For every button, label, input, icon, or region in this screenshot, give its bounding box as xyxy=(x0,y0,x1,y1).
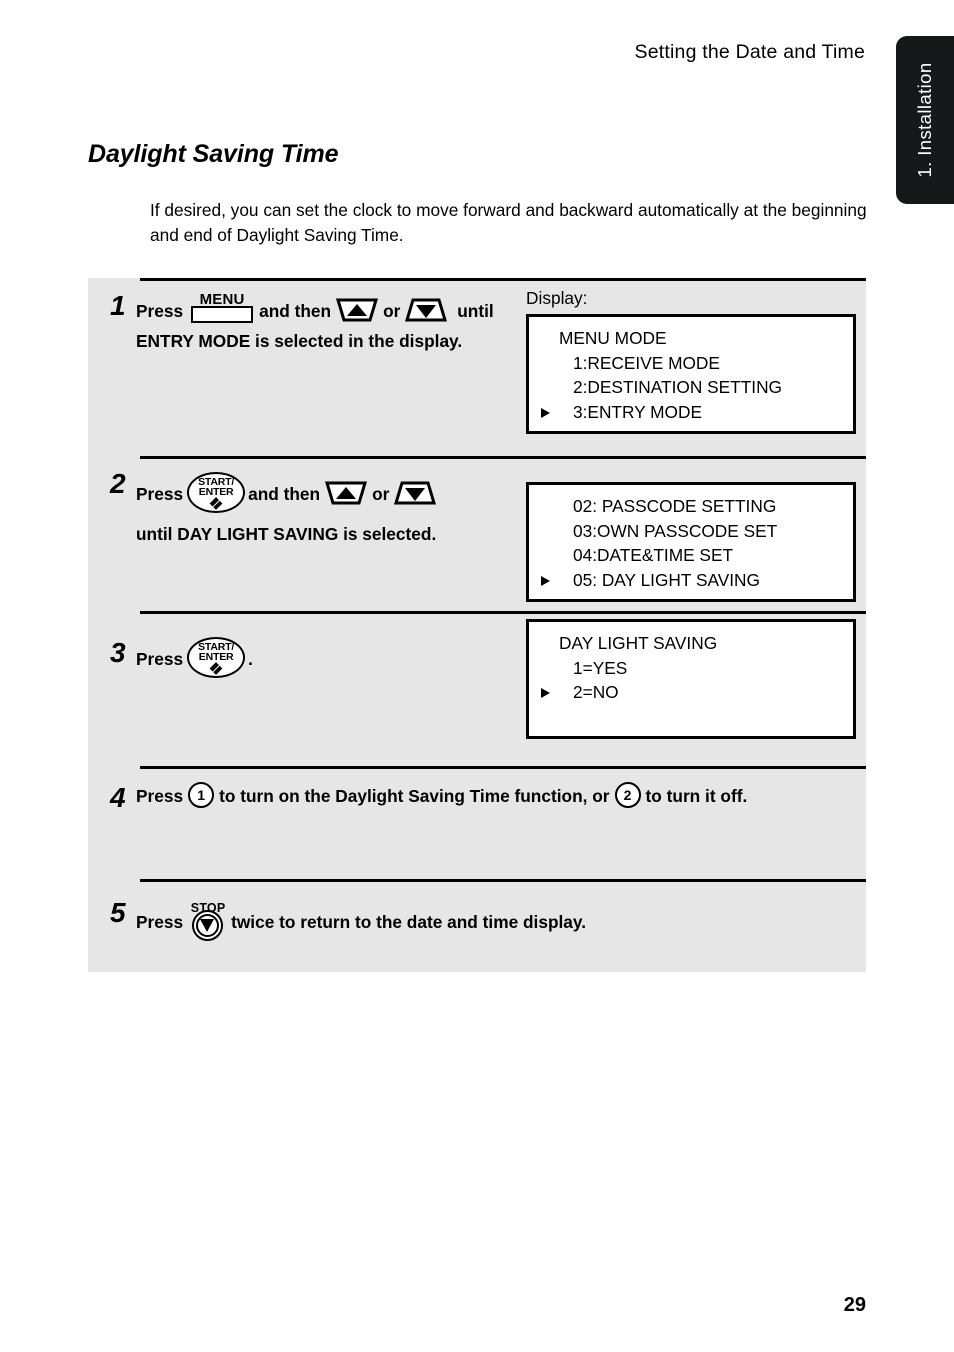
step-text-tail: twice to return to the date and time dis… xyxy=(231,912,587,932)
page-number: 29 xyxy=(843,1294,866,1316)
start-enter-key-icon[interactable]: START/ENTER xyxy=(187,637,246,678)
step-text-tail: until DAY LIGHT SAVING is selected. xyxy=(136,524,437,544)
step-5: 5 Press STOP twice to return to the date a… xyxy=(88,879,866,972)
lcd-line-selected: 2=NO xyxy=(539,680,843,705)
number-key-1-label: 1 xyxy=(197,786,205,803)
step-instruction: Press STOP twice to return to the date and… xyxy=(136,879,866,941)
menu-key-body xyxy=(191,306,254,323)
step-4: 4 Press 1 to turn on the Daylight Saving T… xyxy=(88,766,866,879)
down-arrow-key-icon[interactable] xyxy=(393,480,437,506)
step-number: 4 xyxy=(110,782,126,813)
step-text-press: Press xyxy=(136,786,184,806)
lcd-line: 1:RECEIVE MODE xyxy=(573,352,720,373)
step-number: 3 xyxy=(110,637,126,668)
side-tab-installation: 1. Installation xyxy=(896,36,954,204)
lcd-line: 04:DATE&TIME SET xyxy=(573,545,734,565)
step-text-or: or xyxy=(372,484,390,504)
menu-key-icon[interactable]: MENU xyxy=(191,289,254,323)
lcd-line: 2:DESTINATION SETTING xyxy=(573,377,782,397)
lcd-line: MENU MODE xyxy=(559,328,667,348)
lcd-line: DAY LIGHT SAVING xyxy=(559,633,718,653)
step-text-and-then: and then xyxy=(259,301,332,321)
lcd-panel: 02: PASSCODE SETTING 03:OWN PASSCODE SET… xyxy=(526,482,856,602)
number-key-2-icon[interactable]: 2 xyxy=(614,782,641,808)
up-arrow-key-icon[interactable] xyxy=(335,297,379,323)
step-number: 5 xyxy=(110,897,126,928)
step-number: 2 xyxy=(110,468,126,499)
step-3: 3 Press START/ENTER. DAY LIGHT SAVING 1=Y… xyxy=(88,611,866,766)
step-2: 2 Press START/ENTER and then or until DAY … xyxy=(88,456,866,611)
display-column: Display: MENU MODE 1:RECEIVE MODE 2:DEST… xyxy=(526,278,856,434)
number-key-2-label: 2 xyxy=(623,786,632,803)
lcd-line: 03:OWN PASSCODE SET xyxy=(573,520,778,541)
step-text-and-then: and then xyxy=(248,484,321,504)
lcd-line: 02: PASSCODE SETTING xyxy=(573,496,777,516)
step-text-turn-on: to turn on the Daylight Saving Time func… xyxy=(219,786,610,806)
number-key-1-icon[interactable]: 1 xyxy=(188,782,215,808)
step-text-tail: . xyxy=(248,649,253,669)
section-intro: If desired, you can set the clock to mov… xyxy=(150,200,867,245)
step-text-press: Press xyxy=(136,301,184,321)
step-text-press: Press xyxy=(136,649,184,669)
lcd-line: 1=YES xyxy=(573,657,628,678)
step-instruction: Press MENU and then or until ENTRY MODE is… xyxy=(136,278,526,356)
procedure-panel: 1 Press MENU and then or until ENTRY MODE … xyxy=(88,278,866,972)
stop-key-icon[interactable]: STOP xyxy=(191,899,225,941)
up-arrow-key-icon[interactable] xyxy=(324,480,368,506)
display-label: Display: xyxy=(526,288,588,308)
start-enter-key-icon[interactable]: START/ENTER xyxy=(187,472,246,513)
side-tab-label: 1. Installation xyxy=(914,62,935,178)
down-arrow-key-icon[interactable] xyxy=(404,297,448,323)
lcd-line-selected: 05: DAY LIGHT SAVING xyxy=(539,568,843,593)
display-column: DAY LIGHT SAVING 1=YES 2=NO xyxy=(526,611,856,739)
step-1: 1 Press MENU and then or until ENTRY MODE … xyxy=(88,278,866,456)
step-text-press: Press xyxy=(136,912,184,932)
running-head: Setting the Date and Time xyxy=(634,41,865,63)
step-number: 1 xyxy=(110,290,126,321)
step-instruction: Press START/ENTER and then or until DAY LI… xyxy=(136,456,526,549)
step-text-press: Press xyxy=(136,484,184,504)
step-instruction: Press START/ENTER. xyxy=(136,611,526,678)
step-text-or: or xyxy=(383,301,401,321)
lcd-line-selected: 3:ENTRY MODE xyxy=(539,400,843,425)
stop-triangle-icon xyxy=(200,919,215,932)
step-text-tail: to turn it off. xyxy=(645,786,748,806)
step-instruction: Press 1 to turn on the Daylight Saving Tim… xyxy=(136,766,866,811)
lcd-panel: DAY LIGHT SAVING 1=YES 2=NO xyxy=(526,619,856,739)
display-column: 02: PASSCODE SETTING 03:OWN PASSCODE SET… xyxy=(526,456,856,602)
lcd-panel: MENU MODE 1:RECEIVE MODE 2:DESTINATION S… xyxy=(526,314,856,434)
page-title: Daylight Saving Time xyxy=(88,140,339,168)
